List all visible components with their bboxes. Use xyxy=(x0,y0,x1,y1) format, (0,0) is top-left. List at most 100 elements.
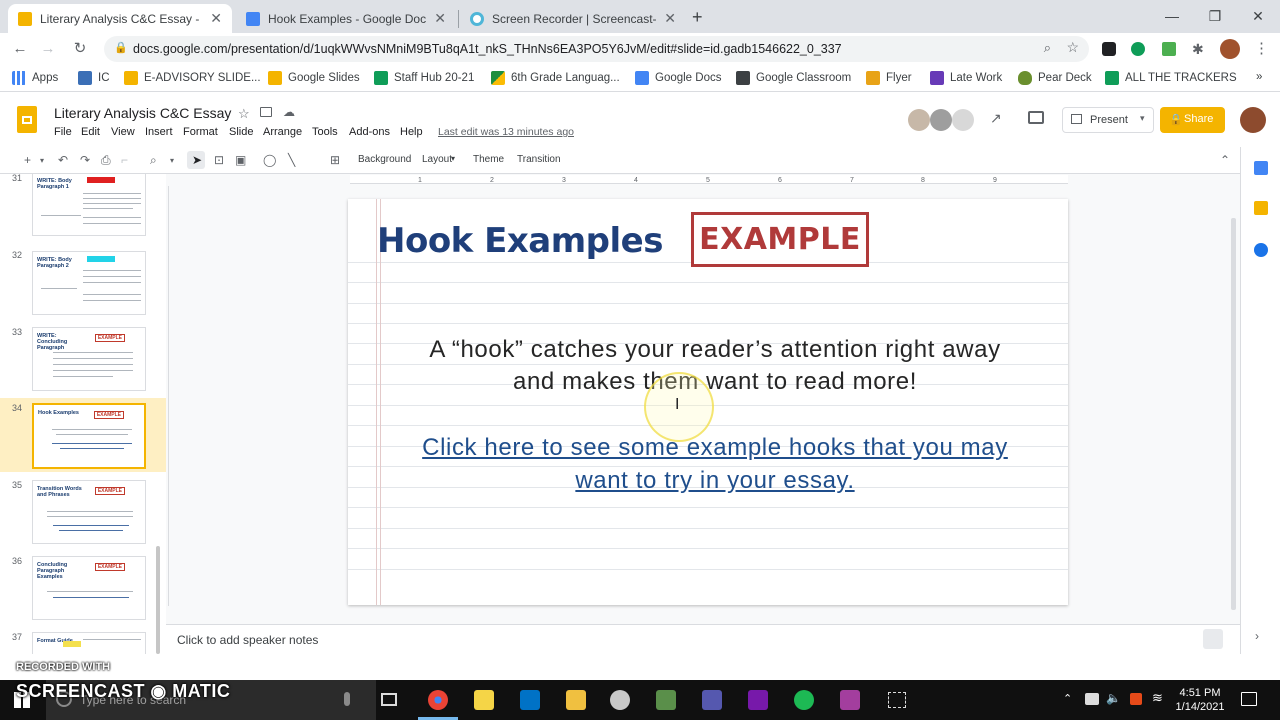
spotify-icon[interactable] xyxy=(794,690,814,710)
app-icon[interactable] xyxy=(840,690,860,710)
keep-icon[interactable] xyxy=(1254,201,1268,215)
new-tab-button[interactable]: + xyxy=(692,7,703,28)
menu-insert[interactable]: Insert xyxy=(145,126,173,138)
tasks-icon[interactable] xyxy=(1254,243,1268,257)
back-icon[interactable]: ← xyxy=(10,39,30,59)
print-icon[interactable]: ⎙ xyxy=(101,153,111,168)
address-bar[interactable]: 🔒 docs.google.com/presentation/d/1uqkWWv… xyxy=(104,36,1089,62)
bookmark-all-trackers[interactable]: ALL THE TRACKERS xyxy=(1105,71,1237,85)
wifi-icon[interactable]: ≋ xyxy=(1152,690,1163,706)
slide-thumbnail[interactable]: WRITE: Body Paragraph 1 xyxy=(32,174,146,236)
extension-icon[interactable] xyxy=(1162,42,1176,56)
chevron-down-icon[interactable]: ▾ xyxy=(170,156,174,165)
zoom-icon[interactable]: ⌕ xyxy=(1044,40,1051,56)
chevron-down-icon[interactable]: ▾ xyxy=(1140,113,1145,124)
menu-tools[interactable]: Tools xyxy=(312,126,338,138)
slide-thumbnail-selected[interactable]: Hook Examples EXAMPLE xyxy=(32,403,146,469)
image-icon[interactable]: ▣ xyxy=(235,153,246,167)
onenote-icon[interactable] xyxy=(748,690,768,710)
bookmark-late-work[interactable]: Late Work xyxy=(930,71,1002,85)
volume-icon[interactable]: 🔈 xyxy=(1106,691,1121,705)
menu-help[interactable]: Help xyxy=(400,126,423,138)
transition-button[interactable]: Transition xyxy=(517,154,561,165)
profile-avatar[interactable] xyxy=(1220,39,1240,59)
activity-trend-icon[interactable]: ↗ xyxy=(990,110,1002,127)
comment-icon[interactable]: ⊞ xyxy=(330,153,340,167)
bookmarks-overflow-icon[interactable]: » xyxy=(1256,71,1262,83)
more-icon[interactable]: ⋮ xyxy=(1254,39,1269,57)
close-icon[interactable]: ✕ xyxy=(664,10,676,27)
taskbar-clock[interactable]: 4:51 PM 1/14/2021 xyxy=(1172,686,1228,714)
menu-arrange[interactable]: Arrange xyxy=(263,126,302,138)
calendar-icon[interactable] xyxy=(1254,161,1268,175)
battery-icon[interactable] xyxy=(1085,693,1099,705)
editor-scrollbar[interactable] xyxy=(1231,218,1236,610)
puzzle-icon[interactable]: ✱ xyxy=(1192,41,1204,58)
notifications-icon[interactable] xyxy=(1241,692,1257,706)
slide-title[interactable]: Hook Examples xyxy=(377,221,663,261)
tab-screen-recorder[interactable]: Screen Recorder | Screencast-O- ✕ xyxy=(460,4,686,33)
star-icon[interactable]: ☆ xyxy=(238,106,250,122)
bookmark-pear-deck[interactable]: Pear Deck xyxy=(1018,71,1092,85)
new-slide-icon[interactable]: + xyxy=(24,153,31,167)
menu-edit[interactable]: Edit xyxy=(81,126,100,138)
collapse-toolbar-icon[interactable]: ⌃ xyxy=(1220,153,1230,167)
extension-icon[interactable] xyxy=(1131,42,1145,56)
slide-thumbnail[interactable]: Concluding Paragraph Examples EXAMPLE xyxy=(32,556,146,620)
microphone-icon[interactable] xyxy=(344,692,350,706)
vertical-ruler[interactable] xyxy=(166,186,176,606)
tray-app-icon[interactable] xyxy=(1130,693,1142,705)
background-button[interactable]: Background xyxy=(358,154,411,165)
bookmark-google-docs[interactable]: Google Docs xyxy=(635,71,721,85)
filmstrip-scrollbar[interactable] xyxy=(156,546,160,654)
slide-body-text[interactable]: A “hook” catches your reader’s attention… xyxy=(422,334,1008,398)
shape-icon[interactable]: ◯ xyxy=(263,153,276,167)
bookmark-e-advisory[interactable]: E-ADVISORY SLIDE... xyxy=(124,71,261,85)
menu-add-ons[interactable]: Add-ons xyxy=(349,126,390,138)
account-avatar[interactable] xyxy=(1240,107,1266,133)
bookmark-apps[interactable]: Apps xyxy=(12,71,58,85)
comments-icon[interactable] xyxy=(1028,111,1044,124)
slide-thumbnail[interactable]: Transition Words and Phrases EXAMPLE xyxy=(32,480,146,544)
last-edit-link[interactable]: Last edit was 13 minutes ago xyxy=(438,126,574,138)
select-cursor-icon[interactable]: ➤ xyxy=(192,153,202,167)
undo-icon[interactable]: ↶ xyxy=(58,153,68,167)
slides-logo-icon[interactable] xyxy=(17,106,37,133)
bookmark-staff-hub[interactable]: Staff Hub 20-21 xyxy=(374,71,474,85)
text-box-icon[interactable]: ⊡ xyxy=(214,153,224,167)
restore-icon[interactable]: ❐ xyxy=(1195,4,1235,28)
bookmark-6th-grade[interactable]: 6th Grade Languag... xyxy=(491,71,620,85)
snip-select-icon[interactable] xyxy=(888,692,906,708)
layout-button[interactable]: Layout xyxy=(422,154,452,165)
menu-format[interactable]: Format xyxy=(183,126,218,138)
reload-icon[interactable]: ↻ xyxy=(70,39,90,59)
collaborator-avatar[interactable] xyxy=(908,109,930,131)
tab-hook-examples[interactable]: Hook Examples - Google Docs ✕ xyxy=(236,4,456,33)
chevron-up-icon[interactable]: ⌃ xyxy=(1063,692,1072,705)
outlook-icon[interactable] xyxy=(520,690,540,710)
speaker-notes[interactable]: Click to add speaker notes xyxy=(166,624,1240,654)
menu-file[interactable]: File xyxy=(54,126,72,138)
zoom-icon[interactable]: ⌕ xyxy=(150,153,157,168)
bookmark-flyer[interactable]: Flyer xyxy=(866,71,912,85)
window-close-icon[interactable]: ✕ xyxy=(1238,4,1278,28)
app-icon[interactable] xyxy=(610,690,630,710)
bookmark-google-slides[interactable]: Google Slides xyxy=(268,71,360,85)
sticky-notes-icon[interactable] xyxy=(474,690,494,710)
menu-view[interactable]: View xyxy=(111,126,135,138)
chevron-down-icon[interactable]: ▾ xyxy=(40,156,44,165)
example-stamp[interactable]: EXAMPLE xyxy=(691,212,869,267)
horizontal-ruler[interactable]: 1 2 3 4 5 6 7 8 9 xyxy=(350,175,1068,185)
file-explorer-icon[interactable] xyxy=(566,690,586,710)
close-icon[interactable]: ✕ xyxy=(210,10,222,27)
forward-icon[interactable]: → xyxy=(38,39,58,59)
share-button[interactable]: 🔒 Share xyxy=(1160,107,1225,133)
bookmark-ic[interactable]: IC xyxy=(78,71,110,85)
hook-examples-link[interactable]: Click here to see some example hooks tha… xyxy=(422,431,1008,497)
explore-icon[interactable] xyxy=(1203,629,1223,649)
line-icon[interactable]: ╲ xyxy=(288,153,295,167)
move-folder-icon[interactable] xyxy=(260,107,272,117)
collaborator-avatar[interactable] xyxy=(930,109,952,131)
slide-thumbnail[interactable]: WRITE: Concluding Paragraph EXAMPLE xyxy=(32,327,146,391)
tab-literary-analysis[interactable]: Literary Analysis C&C Essay - Go ✕ xyxy=(8,4,232,33)
